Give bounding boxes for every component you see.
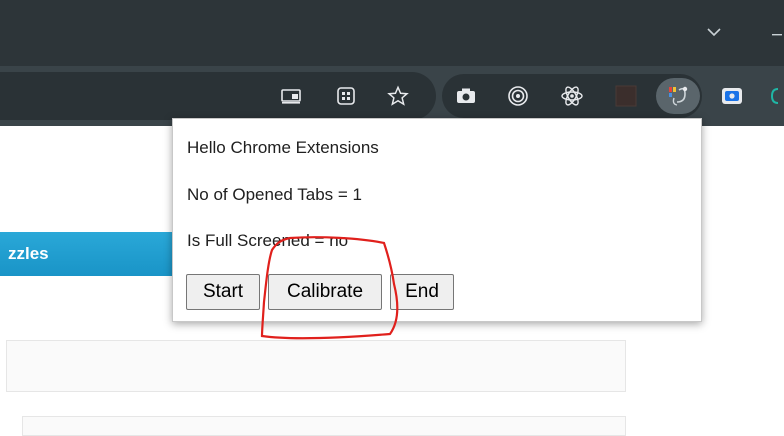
start-button[interactable]: Start — [186, 274, 260, 310]
react-icon[interactable] — [558, 82, 586, 110]
cast-icon[interactable] — [277, 82, 305, 110]
end-button[interactable]: End — [390, 274, 454, 310]
blank-extension-icon[interactable] — [612, 82, 640, 110]
page-content-box — [22, 416, 626, 436]
page-banner-text: zzles — [8, 244, 49, 263]
partial-extension-icon[interactable] — [770, 82, 784, 110]
camera-icon[interactable] — [452, 82, 480, 110]
star-icon[interactable] — [384, 82, 412, 110]
calibrate-button[interactable]: Calibrate — [268, 274, 382, 310]
browser-titlebar — [0, 0, 784, 66]
opened-tabs-label: No of Opened Tabs = 1 — [187, 185, 363, 204]
chevron-down-icon[interactable] — [704, 22, 724, 42]
minimize-icon[interactable] — [772, 22, 784, 42]
target-icon[interactable] — [504, 82, 532, 110]
screen-record-icon[interactable] — [718, 82, 746, 110]
grid-icon[interactable] — [332, 82, 360, 110]
extension-active-icon[interactable] — [664, 82, 692, 110]
popup-title: Hello Chrome Extensions — [187, 138, 379, 157]
address-bar[interactable] — [0, 72, 436, 120]
extension-popup: Hello Chrome Extensions No of Opened Tab… — [172, 118, 702, 322]
page-header-banner: zzles — [0, 232, 180, 276]
page-content-box — [6, 340, 626, 392]
fullscreen-label: Is Full Screened = no — [187, 231, 349, 250]
